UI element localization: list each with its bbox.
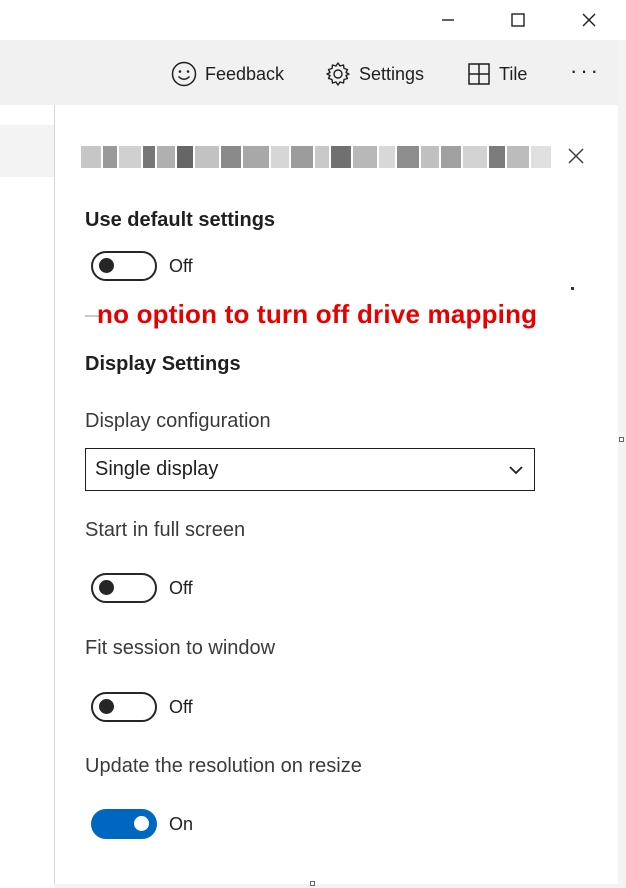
full-screen-row: Off <box>91 573 193 603</box>
full-screen-label: Start in full screen <box>85 519 246 541</box>
stray-dot <box>571 287 574 290</box>
chevron-down-icon <box>509 466 523 475</box>
feedback-button[interactable]: Feedback <box>171 57 284 91</box>
minimize-button[interactable] <box>425 0 471 40</box>
display-configuration-label: Display configuration <box>85 410 271 432</box>
fit-session-row: Off <box>91 692 193 722</box>
display-configuration-value: Single display <box>95 458 219 480</box>
feedback-label: Feedback <box>205 63 285 84</box>
resize-handle-right[interactable] <box>619 437 624 442</box>
maximize-icon <box>511 13 525 27</box>
background-list-item <box>0 125 54 177</box>
full-screen-state: Off <box>169 577 193 598</box>
update-resolution-row: On <box>91 809 193 839</box>
close-icon <box>568 148 584 164</box>
toggle-knob <box>99 699 114 714</box>
use-default-settings-toggle[interactable] <box>91 251 157 281</box>
settings-button[interactable]: Settings <box>325 57 424 91</box>
fit-session-state: Off <box>169 696 193 717</box>
tile-icon <box>468 63 490 85</box>
settings-panel: Use default settings Off no option to tu… <box>54 105 618 884</box>
tile-button[interactable]: Tile <box>467 57 527 91</box>
close-icon <box>582 13 596 27</box>
use-default-settings-state: Off <box>169 255 193 276</box>
toggle-knob <box>134 816 149 831</box>
display-configuration-select[interactable]: Single display <box>85 448 535 491</box>
use-default-settings-row: Off <box>91 251 193 281</box>
tile-label: Tile <box>499 63 528 84</box>
window-title-bar <box>0 0 626 40</box>
full-screen-toggle[interactable] <box>91 573 157 603</box>
fit-session-toggle[interactable] <box>91 692 157 722</box>
use-default-settings-heading: Use default settings <box>85 209 276 231</box>
smiley-icon <box>171 61 197 87</box>
toggle-knob <box>99 580 114 595</box>
maximize-button[interactable] <box>495 0 541 40</box>
display-settings-heading: Display Settings <box>85 353 241 375</box>
toolbar: Feedback Settings Tile ··· <box>0 40 618 105</box>
update-resolution-toggle[interactable] <box>91 809 157 839</box>
more-options-button[interactable]: ··· <box>570 54 601 88</box>
minimize-icon <box>442 19 454 21</box>
fit-session-label: Fit session to window <box>85 637 276 659</box>
background-content <box>0 105 54 888</box>
update-resolution-label: Update the resolution on resize <box>85 755 362 777</box>
blurred-connection-name <box>81 141 557 173</box>
annotation-text: no option to turn off drive mapping <box>97 299 538 329</box>
toggle-knob <box>99 258 114 273</box>
close-panel-button[interactable] <box>563 143 589 169</box>
resize-handle-bottom[interactable] <box>310 881 315 886</box>
update-resolution-state: On <box>169 813 194 834</box>
settings-label: Settings <box>359 63 425 84</box>
gear-icon <box>326 62 350 86</box>
close-window-button[interactable] <box>566 0 612 40</box>
more-icon: ··· <box>570 58 601 83</box>
